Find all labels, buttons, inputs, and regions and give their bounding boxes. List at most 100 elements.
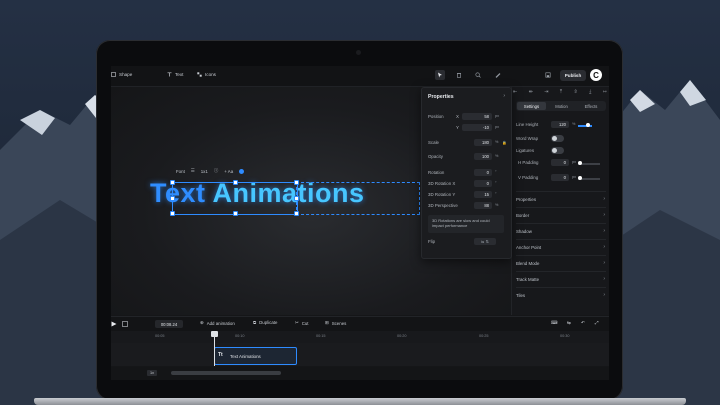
search-icon — [475, 72, 481, 78]
scale-input[interactable]: 180 — [474, 139, 492, 146]
text-clip[interactable]: Tt Text Animations — [214, 347, 297, 365]
section-tiles[interactable]: Tiles › — [516, 287, 606, 303]
section-label: Shadow — [516, 229, 532, 234]
tab-motion[interactable]: Motion — [547, 102, 576, 110]
play-icon[interactable] — [111, 321, 117, 327]
split-button[interactable]: ⇆ — [567, 320, 571, 326]
section-label: Properties — [516, 197, 537, 202]
icons-tool[interactable]: Icons — [197, 72, 216, 77]
word-wrap-toggle[interactable] — [551, 135, 564, 142]
size-selector[interactable]: 1x1 — [201, 169, 208, 174]
stop-icon[interactable] — [122, 321, 128, 327]
align-icon[interactable]: ☰ — [191, 168, 195, 174]
tick-label: 00:30 — [560, 334, 570, 338]
align-middle-icon[interactable]: ⇳ — [574, 89, 578, 95]
perspective-input[interactable]: 88 — [474, 202, 492, 209]
scenes-button[interactable]: ⊞ Scenes — [325, 320, 346, 326]
align-bottom-icon[interactable]: ⤓ — [589, 89, 591, 95]
pen-tool[interactable] — [493, 70, 503, 80]
h-padding-input[interactable]: 0 — [551, 159, 569, 166]
v-padding-label: V Padding — [518, 175, 539, 180]
time-display[interactable]: 00:08.24 — [155, 320, 183, 328]
line-height-knob[interactable] — [586, 123, 590, 127]
resize-handle[interactable] — [294, 196, 299, 201]
select-tool[interactable] — [435, 70, 445, 80]
add-animation-icon: ⊕ — [200, 320, 204, 325]
tab-effects[interactable]: Effects — [577, 102, 605, 110]
save-tool[interactable] — [543, 70, 553, 80]
properties-popover: Properties › Position X 58 px Y -10 px S… — [421, 87, 512, 259]
line-height-label: Line Height — [516, 122, 539, 127]
undo-button[interactable]: ↶ — [581, 320, 585, 326]
section-properties[interactable]: Properties › — [516, 191, 606, 207]
section-anchor-point[interactable]: Anchor Point › — [516, 239, 606, 255]
chevron-right-icon: › — [603, 292, 605, 298]
v-padding-knob[interactable] — [578, 176, 582, 180]
resize-handle[interactable] — [233, 211, 238, 216]
align-top-icon[interactable]: ⤒ — [560, 89, 562, 95]
align-center-h-icon[interactable]: ⇹ — [529, 89, 533, 95]
rotation-input[interactable]: 0 — [474, 169, 492, 176]
resize-handle[interactable] — [170, 211, 175, 216]
tab-settings[interactable]: Settings — [517, 102, 546, 110]
cut-button[interactable]: ✂ Cut — [295, 320, 309, 326]
zoom-badge[interactable]: 1x — [147, 370, 157, 376]
rotation-x-unit: ° — [495, 181, 497, 185]
section-label: Border — [516, 213, 530, 218]
timeline-track[interactable] — [111, 343, 609, 366]
align-toolbar: ⇤ ⇹ ⇥ ⤒ ⇳ ⤓ ⇿ — [513, 89, 607, 95]
icons-icon — [197, 72, 202, 77]
resize-handle[interactable] — [170, 180, 175, 185]
trash-tool[interactable] — [454, 70, 464, 80]
text-tool[interactable]: Text — [167, 72, 183, 77]
tick-label: 00:05 — [155, 334, 165, 338]
lock-icon[interactable]: 🔒 — [502, 140, 507, 145]
expand-button[interactable]: ⤢ — [595, 320, 599, 325]
section-shadow[interactable]: Shadow › — [516, 223, 606, 239]
scenes-label: Scenes — [331, 320, 347, 326]
editor-screen: Shape Text Icons Publish C ⇤ ⇹ ⇥ ⤒ ⇳ ⤓ ⇿… — [111, 66, 609, 380]
shape-tool[interactable]: Shape — [111, 72, 132, 77]
line-height-input[interactable]: 120 — [551, 121, 569, 128]
align-right-icon[interactable]: ⇥ — [544, 89, 548, 95]
h-padding-knob[interactable] — [578, 161, 582, 165]
section-border[interactable]: Border › — [516, 207, 606, 223]
add-animation-button[interactable]: ⊕ Add animation — [200, 320, 235, 326]
position-label: Position — [428, 114, 444, 119]
resize-handle[interactable] — [294, 180, 299, 185]
scale-label: Scale — [428, 140, 439, 145]
section-blend-mode[interactable]: Blend Mode › — [516, 255, 606, 271]
resize-handle[interactable] — [294, 211, 299, 216]
resize-handle[interactable] — [170, 196, 175, 201]
opacity-input[interactable]: 100 — [474, 153, 492, 160]
text-float-toolbar: Font ☰ 1x1 ⓘ + Aa — [176, 168, 245, 174]
keyboard-button[interactable]: ⌨ — [551, 320, 557, 326]
v-padding-input[interactable]: 0 — [551, 174, 569, 181]
info-icon[interactable]: ⓘ — [214, 168, 218, 174]
section-track-matte[interactable]: Track Matte › — [516, 271, 606, 287]
chevron-right-icon[interactable]: › — [503, 93, 505, 99]
font-selector[interactable]: Font — [176, 169, 185, 174]
undo-icon: ↶ — [581, 320, 585, 325]
h-padding-label: H Padding — [518, 160, 539, 165]
cursor-icon — [438, 72, 442, 78]
ligatures-toggle[interactable] — [551, 147, 564, 154]
align-left-icon[interactable]: ⇤ — [513, 89, 517, 95]
timeline-ruler[interactable]: 00:05 00:10 00:15 00:20 00:25 00:30 — [111, 331, 609, 343]
timeline-scrollbar[interactable] — [171, 371, 281, 375]
duplicate-button[interactable]: ⧉ Duplicate — [253, 320, 277, 325]
color-dot-icon[interactable] — [239, 168, 245, 174]
resize-handle[interactable] — [233, 180, 238, 185]
tick-label: 00:25 — [479, 334, 489, 338]
timeline-toolbar: 00:08.24 ⊕ Add animation ⧉ Duplicate ✂ Cut … — [111, 316, 609, 331]
playhead[interactable] — [214, 331, 215, 366]
flip-toggle[interactable]: ⇋ ⇅ — [474, 238, 496, 245]
y-input[interactable]: -10 — [462, 124, 492, 131]
rotation-x-input[interactable]: 0 — [474, 180, 492, 187]
search-tool[interactable] — [473, 70, 483, 80]
distribute-icon[interactable]: ⇿ — [603, 89, 607, 95]
publish-button[interactable]: Publish — [560, 70, 586, 81]
x-input[interactable]: 58 — [462, 113, 492, 120]
rotation-y-input[interactable]: 15 — [474, 191, 492, 198]
add-text-style[interactable]: + Aa — [224, 169, 233, 174]
